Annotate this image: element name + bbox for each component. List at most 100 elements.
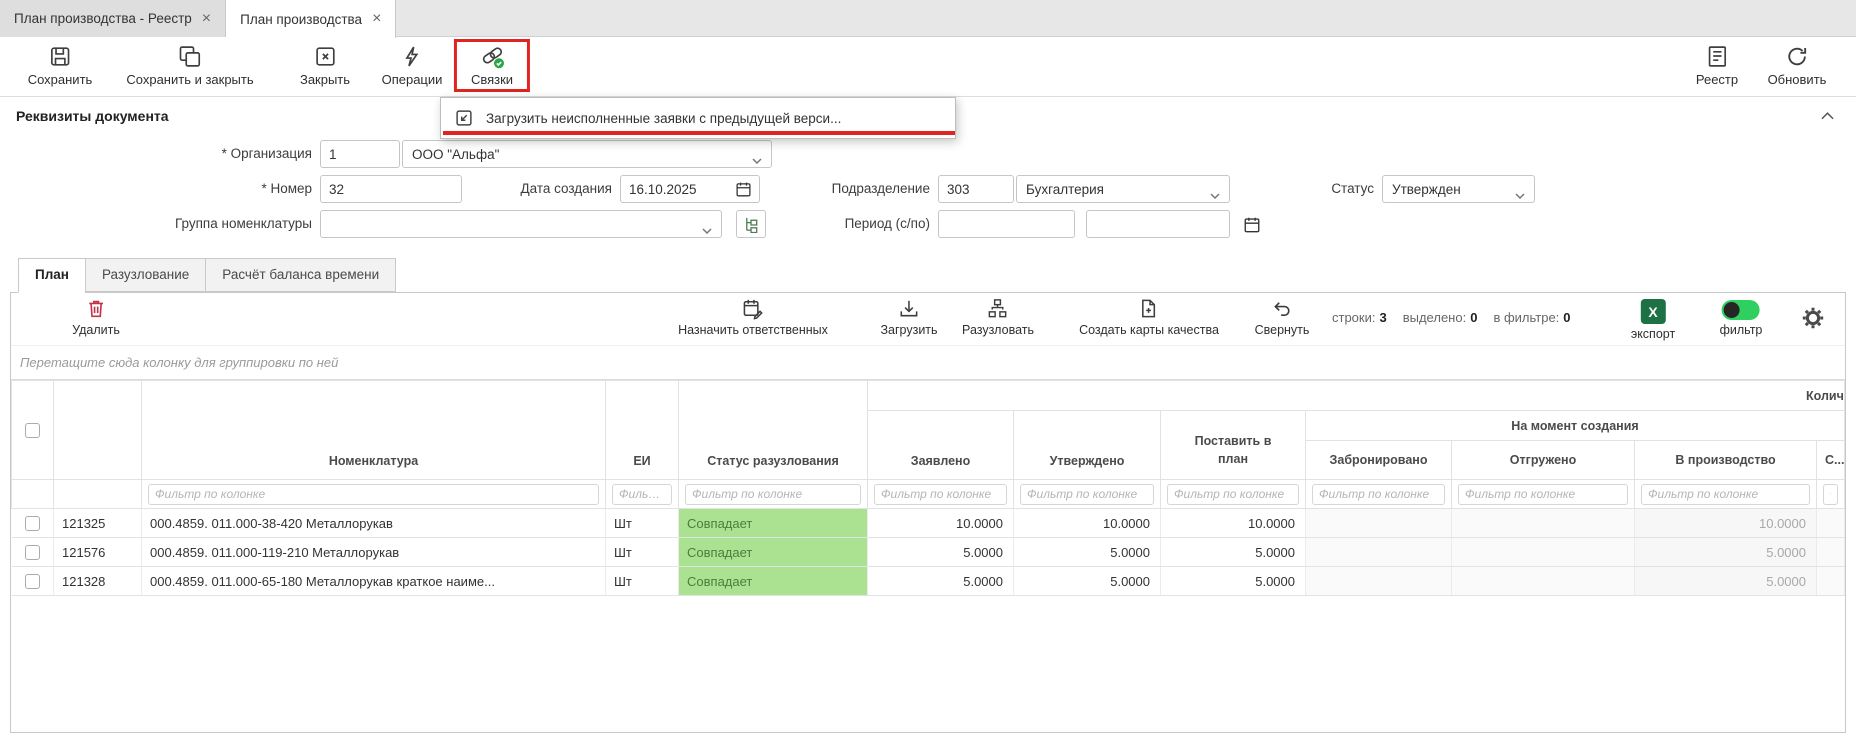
filter-input-status[interactable] [685,484,861,505]
filter-input-reserved[interactable] [1312,484,1445,505]
close-icon[interactable]: × [372,11,381,27]
cell-declared[interactable]: 5.0000 [868,538,1014,567]
col-header-id[interactable] [54,381,142,480]
excel-icon: X [1641,299,1666,324]
save-button[interactable]: Сохранить [20,42,101,89]
status-label: Статус [1280,175,1374,203]
operations-button[interactable]: Операции [374,42,451,89]
assign-responsible-button[interactable]: Назначить ответственных [678,297,828,337]
tab-label: План [35,267,69,282]
cell-declared[interactable]: 10.0000 [868,509,1014,538]
period-calendar-button[interactable] [1243,215,1261,239]
col-header-cut[interactable]: С... [1817,441,1845,480]
cell-to-plan[interactable]: 5.0000 [1161,538,1306,567]
refresh-button[interactable]: Обновить [1760,42,1835,89]
col-header-explosion-status[interactable]: Статус разузлования [679,381,868,480]
filtered-count: в фильтре:0 [1493,310,1570,325]
select-all-checkbox[interactable] [25,423,40,438]
filter-input-in-production[interactable] [1641,484,1810,505]
registry-list-icon [1705,44,1730,69]
cell-id: 121576 [54,538,142,567]
lightning-icon [400,44,425,69]
load-button[interactable]: Загрузить [880,297,937,337]
period-to-input[interactable] [1086,210,1230,238]
window-tab-document[interactable]: План производства × [226,0,396,38]
col-header-put-to-plan[interactable]: Поставить в план [1161,411,1306,480]
filter-cell [1014,480,1161,509]
registry-button[interactable]: Реестр [1688,42,1746,89]
cell-declared[interactable]: 5.0000 [868,567,1014,596]
links-button[interactable]: Связки [463,42,521,89]
organization-select[interactable]: ООО "Альфа" [402,140,772,168]
cell-to-plan[interactable]: 5.0000 [1161,567,1306,596]
table-row[interactable]: 121576 000.4859. 011.000-119-210 Металло… [12,538,1845,567]
nomenclature-group-select[interactable] [320,210,722,238]
tab-explosion[interactable]: Разузлование [85,258,205,292]
filter-input-to-plan[interactable] [1167,484,1299,505]
operations-label: Операции [382,72,443,87]
settings-gear-button[interactable] [1801,306,1825,335]
period-from-input[interactable] [938,210,1075,238]
col-header-declared[interactable]: Заявлено [868,411,1014,480]
explode-button[interactable]: Разузловать [962,297,1034,337]
table-row[interactable]: 121325 000.4859. 011.000-38-420 Металлор… [12,509,1845,538]
department-label: Подразделение [700,175,930,203]
filter-input-declared[interactable] [874,484,1007,505]
cell-name: 000.4859. 011.000-38-420 Металлорукав [142,509,606,538]
registry-label: Реестр [1696,72,1738,87]
organization-code-input[interactable] [320,140,400,168]
row-checkbox[interactable] [25,574,40,589]
department-select[interactable]: Бухгалтерия [1016,175,1230,203]
cell-unit: Шт [606,509,679,538]
group-by-hint[interactable]: Перетащите сюда колонку для группировки … [11,345,1845,380]
assign-responsible-label: Назначить ответственных [678,323,828,337]
cell-cut [1817,509,1845,538]
col-header-approved[interactable]: Утверждено [1014,411,1161,480]
export-excel-button[interactable]: X экспорт [1631,299,1675,341]
col-header-reserved[interactable]: Забронировано [1306,441,1452,480]
toggle-on-icon[interactable] [1722,300,1760,320]
row-checkbox[interactable] [25,516,40,531]
save-close-icon [177,44,202,69]
cell-to-plan[interactable]: 10.0000 [1161,509,1306,538]
close-icon[interactable]: × [202,11,211,27]
filter-input-cut[interactable] [1823,484,1838,505]
nomenclature-group-label: Группа номенклатуры [0,210,312,238]
document-tabs: План Разузлование Расчёт баланса времени [10,258,396,293]
close-button[interactable]: Закрыть [292,42,358,89]
filter-input-nomenclature[interactable] [148,484,599,505]
cell-approved[interactable]: 5.0000 [1014,567,1161,596]
row-checkbox[interactable] [25,545,40,560]
filter-input-unit[interactable] [612,484,672,505]
col-header-unit[interactable]: ЕИ [606,381,679,480]
tab-plan[interactable]: План [18,258,85,293]
chevron-down-icon [1210,187,1220,202]
col-header-shipped[interactable]: Отгружено [1452,441,1635,480]
col-header-nomenclature[interactable]: Номенклатура [142,381,606,480]
filter-input-approved[interactable] [1020,484,1154,505]
cell-approved[interactable]: 5.0000 [1014,538,1161,567]
cell-in-production: 5.0000 [1635,567,1817,596]
window-tab-registry[interactable]: План производства - Реестр × [0,0,226,37]
cell-id: 121328 [54,567,142,596]
table-row[interactable]: 121328 000.4859. 011.000-65-180 Металлор… [12,567,1845,596]
department-code-input[interactable] [938,175,1014,203]
filter-toggle[interactable]: фильтр [1720,297,1763,337]
create-quality-cards-button[interactable]: Создать карты качества [1079,297,1219,337]
menu-item-label: Загрузить неисполненные заявки с предыду… [486,111,841,126]
form-row-number: * Номер Дата создания Подразделение Бухг… [0,175,1856,203]
collapse-panel-button[interactable] [1815,103,1840,129]
tab-time-balance[interactable]: Расчёт баланса времени [205,258,396,292]
gear-icon [1801,306,1825,330]
close-box-icon [312,44,337,69]
filter-input-shipped[interactable] [1458,484,1628,505]
status-select[interactable]: Утвержден [1382,175,1535,203]
cell-in-production: 5.0000 [1635,538,1817,567]
delete-button[interactable]: Удалить [72,297,120,337]
refresh-label: Обновить [1768,72,1827,87]
creation-date-label: Дата создания [440,175,612,203]
save-close-button[interactable]: Сохранить и закрыть [118,42,261,89]
col-header-in-production[interactable]: В производство [1635,441,1817,480]
collapse-rows-button[interactable]: Свернуть [1255,297,1310,337]
cell-approved[interactable]: 10.0000 [1014,509,1161,538]
